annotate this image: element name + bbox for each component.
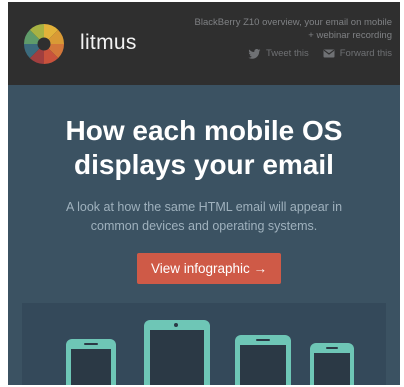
twitter-bird-icon	[248, 48, 261, 59]
forward-link[interactable]: Forward this	[323, 48, 392, 59]
hero-title-line-2: displays your email	[74, 149, 334, 180]
view-infographic-button[interactable]: View infographic →	[137, 253, 281, 284]
share-actions: Tweet this Forward this	[248, 48, 392, 59]
email-header: litmus BlackBerry Z10 overview, your ema…	[8, 2, 400, 85]
hero-subtitle-line-2: common devices and operating systems.	[90, 219, 318, 233]
promo-text: BlackBerry Z10 overview, your email on m…	[194, 17, 392, 41]
phone-device	[66, 339, 116, 385]
email-frame: litmus BlackBerry Z10 overview, your ema…	[8, 2, 400, 385]
hero-title-line-1: How each mobile OS	[65, 115, 343, 146]
tablet-device	[144, 320, 210, 385]
forward-label: Forward this	[339, 48, 392, 59]
hero-subtitle: A look at how the same HTML email will a…	[28, 198, 380, 236]
promo-link[interactable]: BlackBerry Z10 overview, your email on m…	[192, 16, 392, 42]
phone-device	[310, 343, 354, 385]
brand-name: litmus	[80, 31, 137, 54]
phone-device	[235, 335, 291, 385]
hero-subtitle-line-1: A look at how the same HTML email will a…	[65, 200, 343, 214]
tweet-link[interactable]: Tweet this	[248, 48, 309, 59]
litmus-logo-icon[interactable]	[22, 22, 66, 66]
devices-illustration	[22, 303, 386, 385]
hero-title: How each mobile OS displays your email	[8, 114, 400, 182]
tweet-label: Tweet this	[265, 48, 309, 59]
envelope-icon	[323, 49, 335, 58]
